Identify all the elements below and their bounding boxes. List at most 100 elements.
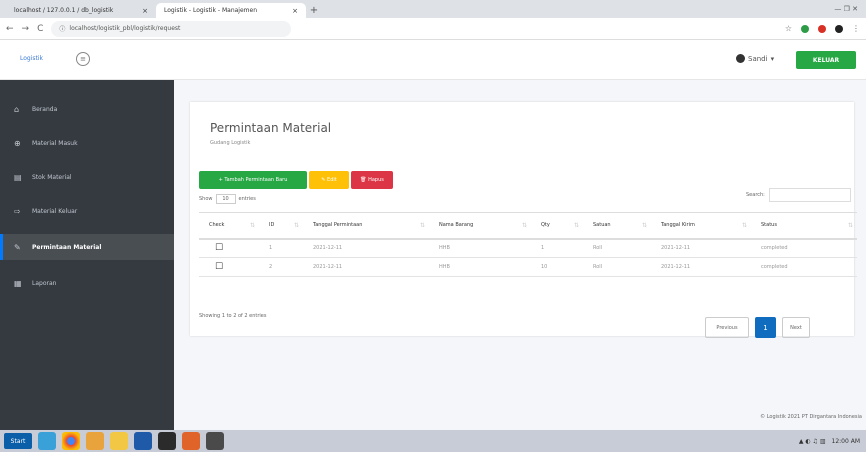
page-title: Permintaan Material — [210, 121, 332, 135]
url-field[interactable]: ⓘ localhost/logistik_pbl/logistik/reques… — [51, 20, 292, 37]
sidebar-item-label: Material Masuk — [32, 139, 78, 147]
logout-button[interactable]: KELUAR — [796, 51, 856, 69]
column-header-check[interactable]: Check ⇅ — [199, 212, 259, 240]
column-header-tanggal-permintaan[interactable]: Tanggal Permintaan ⇅ — [303, 212, 429, 240]
sort-icon: ⇅ — [293, 222, 299, 229]
cell-tanggal-kirim: 2021-12-11 — [651, 238, 751, 258]
sidebar-item-label: Permintaan Material — [32, 243, 102, 251]
taskbar-app-icon[interactable] — [38, 432, 56, 450]
menu-toggle-icon[interactable]: ≡ — [76, 52, 90, 66]
browser-extensions: ☆ ⋮ — [785, 24, 860, 33]
request-table: Check ⇅ ID ⇅ Tanggal Permintaan ⇅ Nama Bara… — [199, 212, 857, 277]
taskbar-app-icon[interactable] — [182, 432, 200, 450]
sidebar-item-permintaan-material[interactable]: ✎ Permintaan Material — [0, 234, 174, 260]
sidebar-item-label: Material Keluar — [32, 207, 78, 215]
main-content: Permintaan Material Gudang Logistik + Ta… — [174, 80, 866, 430]
cell-tanggal-permintaan: 2021-12-11 — [303, 257, 429, 277]
page-length-control: Show 10 entries — [199, 194, 256, 204]
app-header: Logistik ≡ Sandi ▾ KELUAR — [0, 40, 866, 80]
star-icon[interactable]: ☆ — [785, 24, 792, 33]
caret-down-icon: ▾ — [770, 54, 775, 63]
new-tab-button[interactable]: + — [306, 3, 322, 18]
sublime-text-icon[interactable] — [206, 432, 224, 450]
column-header-qty[interactable]: Qty ⇅ — [531, 212, 583, 240]
browser-tab-bar: localhost / 127.0.0.1 / db_logistik × Lo… — [0, 0, 866, 18]
column-header-status[interactable]: Status ⇅ — [751, 212, 857, 240]
extension-green-icon[interactable] — [801, 24, 809, 33]
user-icon — [736, 54, 745, 63]
column-header-satuan[interactable]: Satuan ⇅ — [583, 212, 651, 240]
tab-title: Logistik - Logistik - Manajemen — [164, 7, 257, 14]
extension-red-icon[interactable] — [818, 24, 826, 33]
taskbar-app-icon[interactable] — [158, 432, 176, 450]
sidebar-item-laporan[interactable]: ▦ Laporan — [0, 272, 174, 294]
add-request-button[interactable]: + Tambah Permintaan Baru — [199, 171, 307, 189]
brand-logo[interactable]: Logistik — [20, 55, 43, 62]
search-input[interactable] — [768, 188, 851, 202]
os-taskbar: Start ▲ ◐ ♫ ▥ 12:00 AM — [0, 430, 866, 452]
edit-button[interactable]: ✎ Edit — [309, 171, 349, 189]
sort-icon: ⇅ — [521, 222, 527, 229]
browser-address-bar: ← → C ⓘ localhost/logistik_pbl/logistik/… — [0, 18, 866, 40]
current-page-button[interactable]: 1 — [755, 317, 776, 338]
report-icon: ▦ — [14, 278, 22, 288]
sidebar-item-label: Laporan — [32, 279, 57, 287]
row-checkbox[interactable]: ☐ — [199, 238, 259, 258]
tab-close-icon[interactable]: × — [142, 7, 148, 15]
delete-button[interactable]: 🗑 Hapus — [351, 171, 393, 189]
sidebar-item-material-masuk[interactable]: ⊕ Material Masuk — [0, 132, 174, 154]
column-header-id[interactable]: ID ⇅ — [259, 212, 303, 240]
file-explorer-icon[interactable] — [110, 432, 128, 450]
browser-tab-logistik[interactable]: Logistik - Logistik - Manajemen × — [156, 3, 306, 18]
tab-close-icon[interactable]: × — [292, 7, 298, 15]
taskbar-app-icon[interactable] — [86, 432, 104, 450]
home-icon: ⌂ — [14, 104, 20, 114]
sidebar-item-stok-material[interactable]: ▤ Stok Material — [0, 166, 174, 188]
page-subtitle: Gudang Logistik — [210, 140, 251, 146]
show-label: Show — [199, 196, 213, 202]
cell-nama-barang: HHB — [429, 257, 531, 277]
sort-icon: ⇅ — [249, 222, 255, 229]
column-header-nama-barang[interactable]: Nama Barang ⇅ — [429, 212, 531, 240]
sidebar-item-beranda[interactable]: ⌂ Beranda — [0, 98, 174, 120]
sidebar: ⌂ Beranda ⊕ Material Masuk ▤ Stok Materi… — [0, 80, 174, 430]
taskbar-app-icon[interactable] — [134, 432, 152, 450]
back-icon[interactable]: ← — [6, 24, 14, 34]
sort-icon: ⇅ — [741, 222, 747, 229]
table-header-row: Check ⇅ ID ⇅ Tanggal Permintaan ⇅ Nama Bara… — [199, 212, 857, 240]
next-page-button[interactable]: Next — [782, 317, 810, 338]
search-control: Search: — [746, 188, 851, 202]
previous-page-button[interactable]: Previous — [705, 317, 749, 338]
entries-label: entries — [238, 196, 256, 202]
clock[interactable]: 12:00 AM — [832, 438, 860, 445]
system-tray: ▲ ◐ ♫ ▥ 12:00 AM — [799, 438, 866, 445]
table-info: Showing 1 to 2 of 2 entries — [199, 313, 267, 319]
box-icon: ▤ — [14, 172, 22, 182]
tray-icons[interactable]: ▲ ◐ ♫ ▥ — [799, 438, 826, 445]
chrome-icon[interactable] — [62, 432, 80, 450]
window-controls[interactable]: — ❐ ✕ — [834, 5, 866, 13]
table-row[interactable]: ☐ 1 2021-12-11 HHB 1 Roll 2021-12-11 com… — [199, 238, 857, 258]
cell-qty: 10 — [531, 257, 583, 277]
user-menu[interactable]: Sandi ▾ — [736, 54, 774, 63]
profile-avatar-icon[interactable] — [835, 24, 843, 33]
edit-icon: ✎ — [14, 242, 21, 252]
sidebar-item-material-keluar[interactable]: ⇨ Material Keluar — [0, 200, 174, 222]
browser-tab-phpmyadmin[interactable]: localhost / 127.0.0.1 / db_logistik × — [6, 3, 156, 18]
search-label: Search: — [746, 192, 765, 198]
sort-icon: ⇅ — [419, 222, 425, 229]
site-info-icon[interactable]: ⓘ — [59, 24, 65, 33]
request-card: Permintaan Material Gudang Logistik + Ta… — [190, 102, 857, 338]
start-button[interactable]: Start — [4, 433, 32, 449]
browser-menu-icon[interactable]: ⋮ — [852, 24, 860, 33]
page-footer: © Logistik 2021 PT Dirgantara Indonesia — [760, 414, 862, 420]
reload-icon[interactable]: C — [37, 24, 43, 34]
cell-status: completed — [751, 257, 857, 277]
table-row[interactable]: ☐ 2 2021-12-11 HHB 10 Roll 2021-12-11 co… — [199, 257, 857, 277]
column-header-tanggal-kirim[interactable]: Tanggal Kirim ⇅ — [651, 212, 751, 240]
forward-icon[interactable]: → — [22, 24, 30, 34]
sidebar-item-label: Beranda — [32, 105, 58, 113]
page-length-select[interactable]: 10 — [215, 194, 236, 204]
row-checkbox[interactable]: ☐ — [199, 257, 259, 277]
url-text: localhost/logistik_pbl/logistik/request — [69, 25, 181, 32]
